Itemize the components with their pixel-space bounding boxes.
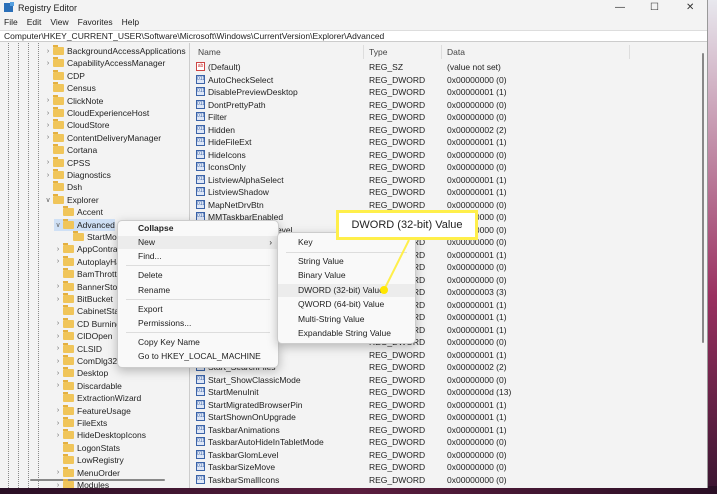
callout-label: DWORD (32-bit) Value (336, 210, 478, 240)
callout-pointer (380, 239, 410, 294)
callout-dot (380, 286, 388, 294)
callout-line (383, 239, 410, 291)
